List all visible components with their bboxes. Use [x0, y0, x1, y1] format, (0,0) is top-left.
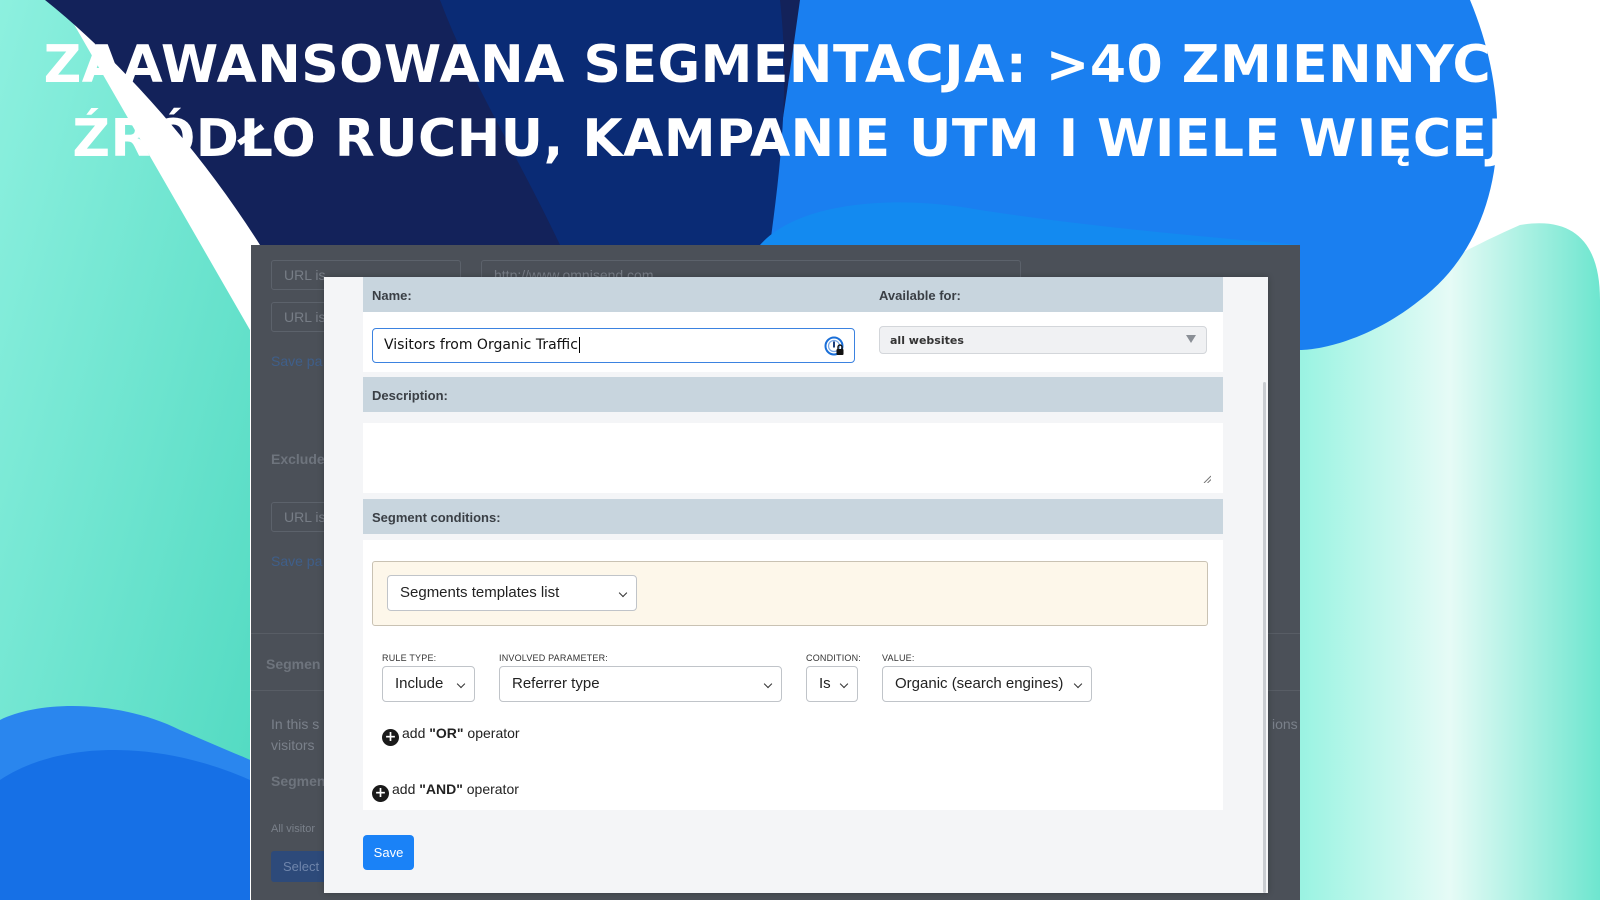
available-for-label: Available for:: [879, 288, 961, 303]
chevron-down-icon: [618, 588, 628, 598]
modal-scrollbar[interactable]: [1263, 382, 1266, 893]
add-and-operator-link[interactable]: + add "AND" operator: [372, 781, 519, 802]
backdrop-info-text-2: visitors: [271, 737, 315, 753]
chevron-down-icon: [763, 679, 773, 689]
headline: ZAAWANSOWANA SEGMENTACJA: >40 ZMIENNYCH:…: [0, 28, 1600, 176]
conditions-section-header: Segment conditions:: [363, 499, 1223, 534]
rule-type-value: Include: [395, 675, 444, 692]
headline-line-1: ZAAWANSOWANA SEGMENTACJA: >40 ZMIENNYCH:: [43, 35, 1557, 95]
description-section-header: Description:: [363, 377, 1223, 412]
description-textarea[interactable]: [363, 423, 1223, 493]
rule-type-label: RULE TYPE:: [382, 653, 437, 663]
conditions-label: Segment conditions:: [372, 510, 501, 525]
backdrop-save-link-1: Save pa: [271, 353, 323, 369]
backdrop-segment-label: Segmen: [266, 656, 321, 672]
triangle-down-icon: [1186, 335, 1196, 343]
templates-box: Segments templates list: [372, 561, 1208, 626]
backdrop-select-button: Select: [271, 851, 332, 882]
segments-templates-select[interactable]: Segments templates list: [387, 575, 637, 611]
available-for-select[interactable]: all websites: [879, 326, 1207, 354]
involved-parameter-label: INVOLVED PARAMETER:: [499, 653, 608, 663]
add-and-keyword: "AND": [419, 781, 463, 797]
add-or-suffix: operator: [463, 725, 520, 741]
chevron-down-icon: [1073, 679, 1083, 689]
value-label: VALUE:: [882, 653, 915, 663]
segment-name-value: Visitors from Organic Traffic: [384, 337, 578, 353]
involved-parameter-select[interactable]: Referrer type: [499, 666, 782, 702]
available-for-value: all websites: [890, 334, 964, 347]
name-label: Name:: [372, 288, 412, 303]
segments-templates-value: Segments templates list: [400, 584, 560, 601]
add-or-prefix: add: [402, 725, 430, 741]
save-button[interactable]: Save: [363, 835, 414, 870]
chevron-down-icon: [839, 679, 849, 689]
rule-type-select[interactable]: Include: [382, 666, 475, 702]
text-caret: [578, 337, 580, 353]
backdrop-all-visitors: All visitor: [271, 823, 316, 835]
description-label: Description:: [372, 388, 448, 403]
resize-handle-icon[interactable]: [1203, 475, 1211, 483]
add-or-keyword: "OR": [429, 725, 464, 741]
chevron-down-icon: [456, 679, 466, 689]
involved-parameter-value: Referrer type: [512, 675, 600, 692]
value-select[interactable]: Organic (search engines): [882, 666, 1092, 702]
segment-editor-modal: Name: Available for: Visitors from Organ…: [324, 277, 1268, 893]
password-manager-icon[interactable]: [824, 336, 846, 358]
add-and-suffix: operator: [462, 781, 519, 797]
name-section-header: Name: Available for:: [363, 277, 1223, 312]
value-value: Organic (search engines): [895, 675, 1064, 692]
plus-circle-icon: +: [382, 729, 399, 746]
add-or-operator-link[interactable]: + add "OR" operator: [382, 725, 520, 746]
add-and-prefix: add: [392, 781, 420, 797]
plus-circle-icon: +: [372, 785, 389, 802]
backdrop-exclude-label: Exclude: [271, 451, 325, 467]
condition-select[interactable]: Is: [806, 666, 858, 702]
backdrop-info-text-1: In this s: [271, 716, 320, 732]
headline-line-2: ŹRÓDŁO RUCHU, KAMPANIE UTM I WIELE WIĘCE…: [72, 109, 1528, 169]
backdrop-info-text-right: ions: [1272, 716, 1298, 732]
backdrop-save-link-2: Save pa: [271, 553, 323, 569]
condition-value: Is: [819, 675, 831, 692]
condition-label: CONDITION:: [806, 653, 861, 663]
segment-name-input[interactable]: Visitors from Organic Traffic: [372, 328, 855, 363]
backdrop-segment-label-2: Segmen: [271, 773, 326, 789]
